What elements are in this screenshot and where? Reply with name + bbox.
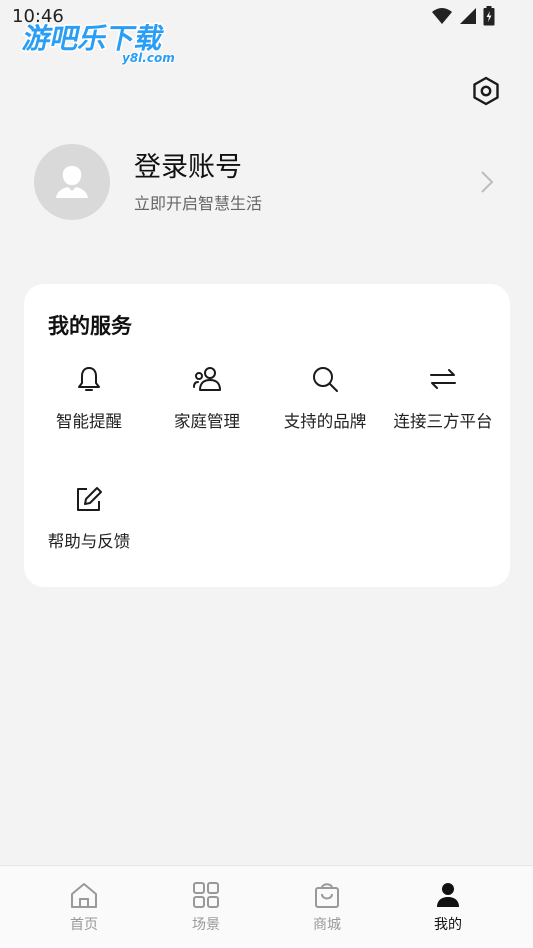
- tab-mall[interactable]: 商城: [287, 878, 367, 934]
- tab-label: 我的: [434, 917, 462, 933]
- service-item-feedback[interactable]: 帮助与反馈: [30, 482, 148, 552]
- service-label: 帮助与反馈: [47, 532, 131, 551]
- service-label: 支持的品牌: [283, 412, 367, 431]
- tab-mine[interactable]: 我的: [408, 878, 488, 934]
- home-icon: [67, 878, 101, 912]
- service-label: 家庭管理: [174, 412, 240, 431]
- tab-label: 场景: [192, 917, 220, 933]
- service-item-family[interactable]: 家庭管理: [148, 362, 266, 432]
- settings-button[interactable]: [469, 74, 503, 108]
- chevron-right-icon: [480, 168, 500, 196]
- user-icon: [431, 878, 465, 912]
- hexagon-settings-icon: [473, 76, 499, 106]
- login-title: 登录账号: [134, 152, 242, 183]
- svg-text:y8l.com: y8l.com: [122, 51, 175, 65]
- battery-icon: [483, 6, 495, 26]
- tab-label: 商城: [313, 917, 341, 933]
- tab-home[interactable]: 首页: [44, 878, 124, 934]
- bell-icon: [72, 362, 106, 396]
- service-item-brands[interactable]: 支持的品牌: [266, 362, 384, 432]
- tab-label: 首页: [70, 917, 98, 933]
- signal-icon: [460, 8, 476, 24]
- edit-icon: [72, 482, 106, 516]
- login-entry[interactable]: 登录账号 立即开启智慧生活: [34, 142, 500, 222]
- shopping-bag-icon: [310, 878, 344, 912]
- service-item-reminder[interactable]: 智能提醒: [30, 362, 148, 432]
- bottom-tab-bar: 首页 场景 商城 我的: [0, 865, 533, 948]
- default-user-icon: [56, 166, 88, 198]
- status-icons: [431, 6, 495, 26]
- login-subtitle: 立即开启智慧生活: [134, 194, 263, 213]
- swap-icon: [426, 362, 460, 396]
- avatar: [34, 144, 110, 220]
- service-item-third-party[interactable]: 连接三方平台: [384, 362, 502, 432]
- watermark-logo: 游吧乐下载 y8l.com: [18, 21, 175, 66]
- service-label: 连接三方平台: [393, 412, 493, 431]
- tab-scenes[interactable]: 场景: [166, 878, 246, 934]
- service-label: 智能提醒: [56, 412, 122, 431]
- search-icon: [308, 362, 342, 396]
- services-title: 我的服务: [48, 314, 132, 338]
- family-icon: [190, 362, 224, 396]
- my-services-card: 我的服务 智能提醒 家庭管理 支持的品牌 连接三方平台 帮助与反馈: [24, 284, 510, 587]
- grid-icon: [189, 878, 223, 912]
- wifi-icon: [432, 8, 452, 24]
